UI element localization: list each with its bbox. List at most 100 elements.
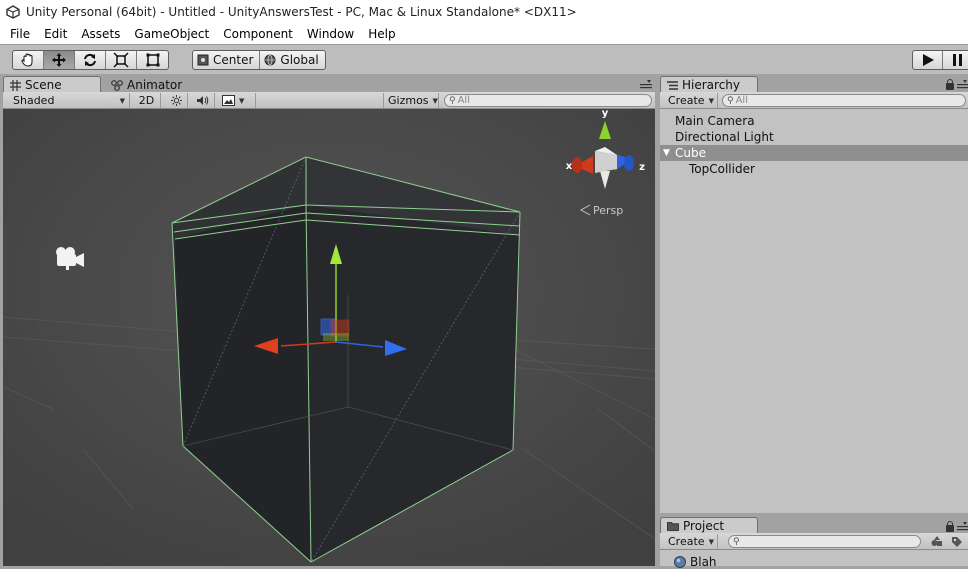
panel-menu-icon[interactable] [640, 80, 652, 90]
toggle-2d-label: 2D [138, 94, 155, 107]
dropdown-arrow-icon: ▼ [119, 96, 125, 105]
rect-tool-button[interactable] [137, 51, 168, 69]
tab-hierarchy[interactable]: Hierarchy [660, 76, 758, 93]
list-icon [667, 80, 678, 90]
search-icon: ⚲ [733, 536, 740, 547]
playback-controls [912, 50, 968, 70]
dropdown-arrow-icon: ▼ [239, 96, 245, 105]
animator-icon [111, 79, 123, 91]
pause-button[interactable] [943, 51, 968, 69]
panel-menu-icon[interactable] [957, 522, 968, 532]
menu-window[interactable]: Window [300, 25, 361, 43]
dropdown-arrow-icon: ▼ [432, 96, 438, 105]
shading-mode-dropdown[interactable]: Shaded ▼ [9, 93, 130, 108]
lock-icon[interactable] [946, 521, 954, 532]
menu-edit[interactable]: Edit [37, 25, 74, 43]
project-toolbar: Create ▼ ⚲ [660, 533, 968, 550]
scene-lighting-toggle[interactable] [166, 93, 188, 108]
move-tool-button[interactable] [44, 51, 75, 69]
menu-component[interactable]: Component [216, 25, 300, 43]
sun-icon [171, 95, 182, 106]
hierarchy-item-label: Main Camera [675, 114, 755, 128]
rotate-tool-button[interactable] [75, 51, 106, 69]
panel-menu-icon[interactable] [957, 80, 968, 90]
hand-tool-button[interactable] [13, 51, 44, 69]
axis-label-x: x [566, 161, 573, 172]
hierarchy-create-dropdown[interactable]: Create ▼ [664, 93, 718, 108]
tab-scene[interactable]: Scene [3, 76, 101, 93]
pivot-global-toggle[interactable]: Global [260, 51, 324, 69]
scene-viewport[interactable]: x y z Persp [3, 109, 655, 566]
search-icon: ⚲ [727, 95, 734, 106]
scene-audio-toggle[interactable] [191, 93, 215, 108]
search-icon: ⚲ [449, 95, 456, 106]
pivot-controls: Center Global [192, 50, 326, 70]
hierarchy-tab-row: Hierarchy [657, 74, 968, 93]
project-panel: Blah [660, 550, 968, 569]
play-icon [922, 54, 934, 66]
tab-animator-label: Animator [127, 78, 183, 92]
hierarchy-item-cube[interactable]: ▼ Cube [660, 145, 968, 161]
globe-icon [264, 54, 276, 66]
tab-project[interactable]: Project [660, 517, 758, 534]
pause-icon [953, 54, 962, 66]
filter-by-type-icon[interactable] [931, 536, 943, 547]
menu-assets[interactable]: Assets [74, 25, 127, 43]
project-item-label: Blah [690, 555, 717, 569]
hierarchy-item-label: Cube [675, 146, 706, 160]
tab-project-label: Project [683, 519, 725, 533]
menu-bar: File Edit Assets GameObject Component Wi… [0, 24, 968, 44]
gizmos-label: Gizmos [388, 94, 429, 107]
project-search-input[interactable]: ⚲ [728, 535, 921, 548]
shading-mode-value: Shaded [13, 94, 55, 107]
tab-hierarchy-label: Hierarchy [682, 78, 741, 92]
image-icon [222, 95, 235, 106]
hierarchy-toolbar: Create ▼ ⚲ All [660, 92, 968, 109]
folder-icon [667, 522, 679, 531]
window-title: Unity Personal (64bit) - Untitled - Unit… [26, 5, 577, 19]
speaker-icon [196, 96, 208, 105]
grid-icon [10, 79, 21, 91]
play-button[interactable] [913, 51, 943, 69]
move-arrows-icon [52, 53, 66, 67]
hand-icon [21, 53, 33, 67]
hierarchy-item-topcollider[interactable]: TopCollider [660, 161, 968, 177]
material-sphere-icon [674, 556, 686, 568]
dropdown-arrow-icon: ▼ [708, 96, 714, 105]
hierarchy-item-directional-light[interactable]: Directional Light [660, 129, 968, 145]
dropdown-arrow-icon: ▼ [708, 537, 714, 546]
foldout-expanded-icon[interactable]: ▼ [663, 145, 670, 161]
gizmos-dropdown[interactable]: Gizmos ▼ [383, 93, 439, 108]
hierarchy-item-label: Directional Light [675, 130, 774, 144]
project-create-dropdown[interactable]: Create ▼ [664, 534, 718, 549]
project-item[interactable]: Blah [674, 555, 717, 569]
scene-canvas[interactable]: x y z Persp [3, 109, 655, 566]
filter-by-label-icon[interactable] [951, 536, 963, 547]
project-create-label: Create [668, 535, 705, 548]
lock-icon[interactable] [946, 79, 954, 90]
menu-gameobject[interactable]: GameObject [127, 25, 216, 43]
pivot-center-toggle[interactable]: Center [193, 51, 261, 69]
tab-animator[interactable]: Animator [104, 76, 194, 93]
scale-icon [113, 52, 129, 68]
toggle-2d-button[interactable]: 2D [133, 93, 161, 108]
menu-file[interactable]: File [0, 25, 37, 43]
scene-search-input[interactable]: ⚲ All [444, 94, 652, 107]
menu-help[interactable]: Help [361, 25, 402, 43]
main-toolbar: Center Global [0, 44, 968, 74]
pivot-center-icon [197, 54, 209, 66]
hierarchy-panel: Main Camera Directional Light ▼ Cube Top… [660, 109, 968, 513]
pivot-center-label: Center [213, 53, 254, 67]
hierarchy-search-placeholder: All [735, 95, 748, 106]
axis-label-z: z [639, 162, 645, 173]
scene-effects-dropdown[interactable]: ▼ [218, 93, 256, 108]
hierarchy-item-main-camera[interactable]: Main Camera [660, 113, 968, 129]
unity-logo-icon [6, 5, 20, 19]
tab-scene-label: Scene [25, 78, 62, 92]
title-bar: Unity Personal (64bit) - Untitled - Unit… [0, 0, 968, 24]
hierarchy-search-input[interactable]: ⚲ All [722, 94, 966, 107]
scale-tool-button[interactable] [106, 51, 137, 69]
scene-toolbar: Shaded ▼ 2D ▼ Gizmos ▼ ⚲ All [3, 92, 655, 109]
scene-tab-row: Scene Animator [0, 74, 657, 93]
rotate-icon [84, 53, 96, 67]
